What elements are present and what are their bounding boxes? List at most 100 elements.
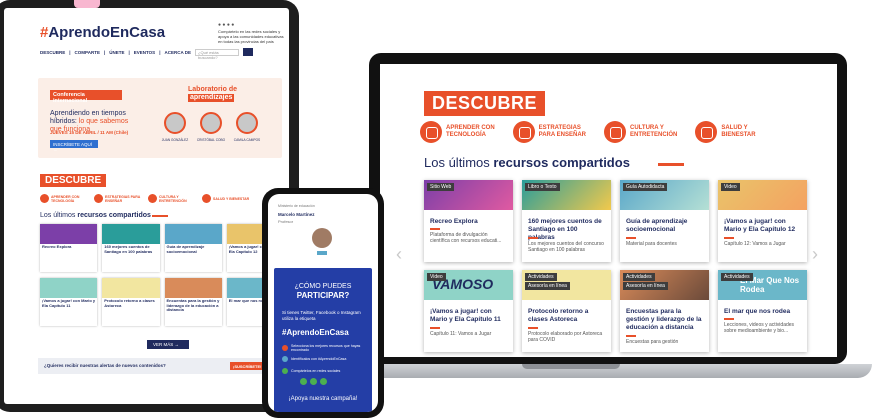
resource-grid-row1: Recreo Explora 160 mejores cuentos de Sa… [40, 224, 284, 272]
recent-heading: Los últimos recursos compartidos [424, 155, 630, 170]
social-icons [300, 378, 327, 385]
health-icon [695, 121, 718, 143]
card-desc: Material para docentes [626, 241, 677, 247]
twitter-icon[interactable] [300, 378, 307, 385]
heading-underline [152, 215, 168, 217]
hashtag-logo: #AprendoEnCasa [282, 328, 349, 337]
resource-card[interactable]: Actividades Asesoría en línea Encuestas … [620, 270, 709, 352]
category-tech[interactable]: APRENDER CON TECNOLOGÍA [40, 194, 90, 203]
resource-card[interactable]: ¡Vamos a jugar! con Mario y Ela Capítulo… [40, 278, 98, 326]
avatar [312, 228, 332, 248]
banner-date: JUEVES 15 DE ABRIL / 11 AM (Chile) [50, 130, 129, 135]
card-badge: Guía Autodidacta [623, 183, 668, 191]
phone-frame: Ministerio de educación Marcelo Martínez… [262, 188, 384, 418]
participate-text: Si tienes Twitter, Facebook o Instagram … [282, 310, 361, 321]
step-icon [282, 345, 288, 351]
chevron-right-icon[interactable]: › [812, 244, 818, 265]
card-desc: Lecciones, videos y actividades sobre me… [724, 322, 795, 334]
resource-card[interactable]: Guía de aprendizaje socioemocional [164, 224, 222, 272]
see-more-button[interactable]: VER MÁS → [147, 340, 189, 349]
nav-unete[interactable]: ÚNETE [109, 50, 124, 55]
health-icon [202, 194, 211, 203]
main-nav: DESCUBRE | COMPARTE | ÚNETE | EVENTOS | ACER… [40, 48, 254, 60]
heading-underline [658, 163, 684, 166]
nav-comparte[interactable]: COMPARTE [75, 50, 100, 55]
card-desc: Capítulo 12: Vamos a Jugar [724, 241, 786, 247]
card-badge: Video [427, 273, 446, 281]
category-culture[interactable]: CULTURA Y ENTRETENCIÓN [148, 194, 198, 203]
resource-card[interactable]: El Mar Que Nos Rodea Actividades El mar … [718, 270, 807, 352]
descubre-heading: DESCUBRE [424, 91, 546, 116]
chevron-left-icon[interactable]: ‹ [396, 244, 402, 265]
speaker-name: CRISTÓBAL COBO [196, 138, 226, 142]
flag-icons: ● ● ● ● [218, 22, 235, 28]
resource-card[interactable]: Libro o Texto 160 mejores cuentos de San… [522, 180, 611, 262]
card-desc: Encuestas para gestión [626, 339, 679, 345]
card-title: Encuestas para la gestión y liderazgo de… [626, 308, 702, 331]
tech-icon [40, 194, 49, 203]
speaker-avatar [236, 112, 258, 134]
laptop-notch [522, 364, 620, 369]
nav-acerca[interactable]: ACERCA DE [164, 50, 191, 55]
card-title: ¡Vamos a jugar! con Mario y Ela Capítulo… [430, 308, 501, 323]
laptop-screen: DESCUBRE APRENDER CON TECNOLOGÍA ESTRATEG… [380, 64, 837, 357]
tech-icon [420, 121, 442, 143]
resource-card[interactable]: Recreo Explora [40, 224, 98, 272]
instagram-icon[interactable] [320, 378, 327, 385]
category-health[interactable]: SALUD Y BIENESTAR [202, 194, 252, 203]
search-input[interactable]: ¿Qué estás buscando? [195, 48, 240, 60]
card-title: ¡Vamos a jugar! con Mario y Ela Capítulo… [724, 218, 796, 233]
resource-grid-row2: ¡Vamos a jugar! con Mario y Ela Capítulo… [40, 278, 284, 326]
tagline: Compártelo en las redes sociales y apoya… [218, 29, 284, 44]
card-title: Recreo Explora [430, 218, 478, 225]
card-desc: Protocolo elaborado por Astoreca para CO… [528, 331, 603, 343]
strategy-icon [94, 194, 103, 203]
culture-icon [604, 121, 627, 143]
phone-subtitle: Ministerio de educación [278, 204, 315, 208]
resource-card[interactable]: Encuentas para la gestión y liderazgo de… [164, 278, 222, 326]
laptop-frame: DESCUBRE APRENDER CON TECNOLOGÍA ESTRATEG… [369, 53, 847, 364]
participate-heading: ¿CÓMO PUEDES PARTICIPAR? [294, 283, 352, 300]
nav-eventos[interactable]: EVENTOS [134, 50, 155, 55]
card-desc: Plataforma de divulgación científica con… [430, 232, 502, 244]
category-strategies[interactable]: ESTRATEGIAS PARA ENSEÑAR [512, 121, 586, 143]
resource-card[interactable]: Protocolo retorno a clases Astoreca [102, 278, 160, 326]
recent-heading: Los últimos recursos compartidos [40, 212, 151, 219]
conference-banner[interactable]: Conferencia internacional Laboratorio de… [38, 78, 282, 158]
resource-card[interactable]: Guía Autodidacta Guía de aprendizaje soc… [620, 180, 709, 262]
category-culture[interactable]: CULTURA Y ENTRETENCIÓN [604, 121, 677, 143]
profile-role: Profesor [278, 219, 294, 224]
category-tech[interactable]: APRENDER CON TECNOLOGÍA [420, 121, 495, 143]
register-button[interactable]: INSCRÍBETE AQUÍ → [50, 140, 98, 152]
phone-screen: Ministerio de educación Marcelo Martínez… [268, 194, 378, 412]
category-strategies[interactable]: ESTRATEGIAS PARA ENSEÑAR [94, 194, 144, 203]
culture-icon [148, 194, 157, 203]
card-badge: Video [721, 183, 740, 191]
facebook-icon[interactable] [310, 378, 317, 385]
resource-grid-row2: VAMOSO Video ¡Vamos a jugar! con Mario y… [424, 270, 807, 352]
lab-title: Laboratorio de aprendizajes [188, 86, 238, 102]
campaign-cta: ¡Apoya nuestra campaña! [288, 396, 358, 402]
step-icon [282, 356, 288, 362]
card-desc: Los mejores cuentos del concurso Santiag… [528, 241, 604, 253]
speaker-avatar [200, 112, 222, 134]
card-title: El mar que nos rodea [724, 308, 791, 315]
resource-grid-row1: Sitio Web Recreo Explora Plataforma de d… [424, 180, 807, 262]
category-list: APRENDER CON TECNOLOGÍA ESTRATEGIAS PARA… [40, 194, 252, 203]
resource-card[interactable]: VAMOSO Video ¡Vamos a jugar! con Mario y… [424, 270, 513, 352]
card-title: 160 mejores cuentos de Santiago en 100 p… [528, 218, 602, 241]
step-item: Identifícalos con #AprendoEnCasa [282, 356, 368, 362]
resource-card[interactable]: Video ¡Vamos a jugar! con Mario y Ela Ca… [718, 180, 807, 262]
site-logo[interactable]: #AprendoEnCasa [40, 24, 165, 41]
resource-card[interactable]: 160 mejores cuentos de Santiago en 100 p… [102, 224, 160, 272]
category-health[interactable]: SALUD Y BIENESTAR [695, 121, 756, 143]
participate-panel: ¿CÓMO PUEDES PARTICIPAR? Si tienes Twitte… [274, 268, 372, 412]
nav-descubre[interactable]: DESCUBRE [40, 50, 65, 55]
search-button[interactable] [243, 48, 254, 56]
card-desc: Capítulo 11: Vamos a Jugar [430, 331, 492, 337]
resource-card[interactable]: Sitio Web Recreo Explora Plataforma de d… [424, 180, 513, 262]
resource-card[interactable]: Actividades Asesoría en línea Protocolo … [522, 270, 611, 352]
alerts-bar: ¿Quieres recibir nuestras alertas de nue… [38, 358, 282, 374]
step-item: Selecciona los mejores recursos que haya… [282, 344, 368, 352]
profile-tag [317, 251, 327, 255]
